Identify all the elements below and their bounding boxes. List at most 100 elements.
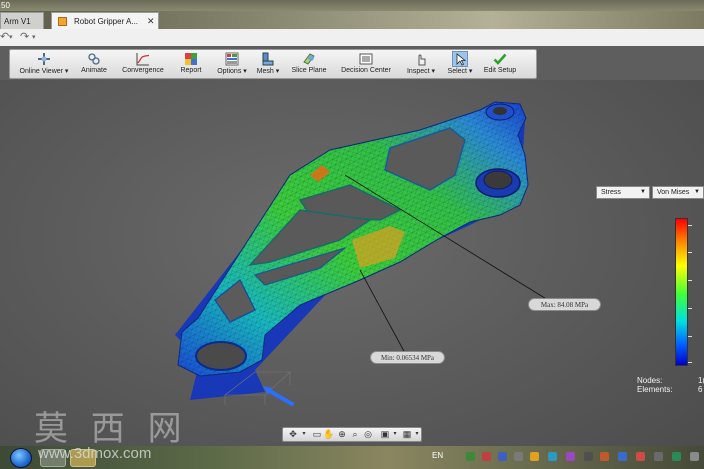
- component-value: Von Mises: [657, 189, 690, 196]
- chevron-down-icon[interactable]: ▾: [411, 429, 423, 440]
- chevron-down-icon[interactable]: ▾: [389, 429, 401, 440]
- chevron-down-icon: ▼: [640, 189, 646, 195]
- edit-setup-icon: [493, 53, 507, 65]
- elements-value: 6: [698, 385, 703, 394]
- max-stress-probe[interactable]: Max: 84.08 MPa: [528, 298, 601, 311]
- tray-icon[interactable]: [482, 452, 491, 461]
- tray-icon[interactable]: [498, 452, 507, 461]
- edit-setup-label: Edit Setup: [483, 67, 517, 74]
- title-bar: 50: [0, 0, 704, 11]
- nodes-label: Nodes:: [637, 376, 663, 385]
- tab-arm-v1[interactable]: Arm V1: [0, 12, 44, 29]
- tray-icon[interactable]: [600, 452, 609, 461]
- decision-center-label: Decision Center: [341, 67, 391, 74]
- decision-center-icon: [359, 53, 373, 65]
- inspect-label: Inspect ▾: [406, 68, 436, 75]
- inspect-button[interactable]: Inspect ▾: [404, 51, 438, 78]
- zoom-window-icon[interactable]: ⌕: [349, 429, 361, 440]
- report-label: Report: [180, 67, 202, 74]
- undo-dropdown-icon[interactable]: ▾: [9, 30, 13, 45]
- model-mesh-overlay: [178, 102, 528, 376]
- tray-icon[interactable]: [618, 452, 627, 461]
- watermark-chinese: 莫 西 网: [34, 409, 188, 449]
- mesh-icon: [262, 52, 274, 66]
- convergence-label: Convergence: [122, 67, 164, 74]
- language-indicator[interactable]: EN: [432, 451, 443, 460]
- close-tab-icon[interactable]: ✕: [147, 13, 155, 30]
- result-type-value: Stress: [601, 189, 621, 196]
- look-at-icon[interactable]: ◎: [362, 429, 374, 440]
- tray-icon[interactable]: [466, 452, 475, 461]
- tray-icon[interactable]: [654, 452, 663, 461]
- convergence-icon: [136, 53, 150, 66]
- legend-tick: [688, 280, 692, 281]
- inspect-icon: [418, 54, 426, 66]
- legend-tick: [688, 252, 692, 253]
- select-icon: [452, 51, 468, 67]
- pivot-hole-left: [195, 341, 247, 371]
- legend-tick: [688, 336, 692, 337]
- report-icon: [185, 53, 197, 65]
- orbit-hand-icon[interactable]: ✋: [323, 429, 335, 440]
- online-viewer-label: Online Viewer ▾: [19, 68, 69, 75]
- slice-plane-button[interactable]: Slice Plane: [290, 51, 328, 78]
- tray-icon[interactable]: [690, 452, 699, 461]
- component-dropdown[interactable]: Von Mises ▼: [652, 186, 704, 199]
- mesh-label: Mesh ▾: [256, 68, 280, 75]
- min-stress-probe[interactable]: Min: 0.06534 MPa: [370, 351, 445, 364]
- nodes-value: 1(: [698, 376, 704, 385]
- assembly-document-icon: [58, 17, 67, 26]
- tray-icon[interactable]: [514, 452, 523, 461]
- min-probe-leader: [359, 269, 406, 354]
- tray-icon[interactable]: [530, 452, 539, 461]
- elements-label: Elements:: [637, 385, 673, 394]
- tab-robot-gripper-label: Robot Gripper A...: [74, 17, 139, 26]
- title-fragment: 50: [1, 1, 10, 10]
- quick-access-toolbar: ↶ ▾ ↷ ▾: [0, 29, 704, 47]
- select-button[interactable]: Select ▾: [446, 51, 474, 78]
- watermark-url: www.3dmox.com: [38, 445, 152, 462]
- tray-icon[interactable]: [672, 452, 681, 461]
- animate-label: Animate: [81, 67, 107, 74]
- report-button[interactable]: Report: [174, 51, 208, 78]
- options-label: Options ▾: [217, 68, 247, 75]
- result-type-dropdown[interactable]: Stress ▼: [596, 186, 650, 199]
- online-viewer-button[interactable]: Online Viewer ▾: [18, 51, 70, 78]
- stress-color-legend: [675, 218, 688, 366]
- animate-icon: [88, 53, 100, 65]
- load-arrow: [266, 388, 294, 406]
- decision-center-button[interactable]: Decision Center: [340, 51, 392, 78]
- online-viewer-icon: [38, 53, 50, 65]
- cad-application: 50 Arm V1 Robot Gripper A... ✕ ↶ ▾ ↷ ▾ O…: [0, 0, 704, 469]
- start-button[interactable]: [10, 448, 32, 468]
- zoom-icon[interactable]: ⊕: [336, 429, 348, 440]
- edit-setup-button[interactable]: Edit Setup: [482, 51, 518, 78]
- pivot-hole-right: [483, 170, 513, 190]
- slice-plane-label: Slice Plane: [291, 67, 327, 74]
- redo-icon[interactable]: ↷: [20, 30, 29, 45]
- redo-dropdown-icon[interactable]: ▾: [32, 30, 36, 45]
- simulation-toolbar: Online Viewer ▾ Animate Convergence Repo…: [9, 49, 537, 79]
- tray-icon[interactable]: [584, 452, 593, 461]
- animate-button[interactable]: Animate: [76, 51, 112, 78]
- slice-plane-icon: [303, 53, 315, 65]
- top-hole: [493, 107, 507, 115]
- legend-tick: [688, 308, 692, 309]
- document-tab-strip: Arm V1 Robot Gripper A... ✕: [0, 11, 704, 29]
- options-icon: [225, 52, 239, 66]
- select-label: Select ▾: [447, 68, 473, 75]
- chevron-down-icon: ▼: [694, 189, 700, 195]
- legend-tick: [688, 362, 692, 363]
- tab-robot-gripper[interactable]: Robot Gripper A... ✕: [51, 12, 159, 29]
- mesh-button[interactable]: Mesh ▾: [254, 51, 282, 78]
- convergence-button[interactable]: Convergence: [120, 51, 166, 78]
- pan-icon[interactable]: ▭: [311, 429, 323, 440]
- options-button[interactable]: Options ▾: [214, 51, 250, 78]
- chevron-down-icon[interactable]: ▾: [298, 429, 310, 440]
- tray-icon[interactable]: [566, 452, 575, 461]
- tray-icon[interactable]: [636, 452, 645, 461]
- navigation-bar: ✥ ▾ ▭ ✋ ⊕ ⌕ ◎ ▣ ▾ ▦ ▾: [282, 427, 422, 442]
- tray-icon[interactable]: [548, 452, 557, 461]
- undo-icon[interactable]: ↶: [0, 30, 9, 45]
- legend-tick: [688, 225, 692, 226]
